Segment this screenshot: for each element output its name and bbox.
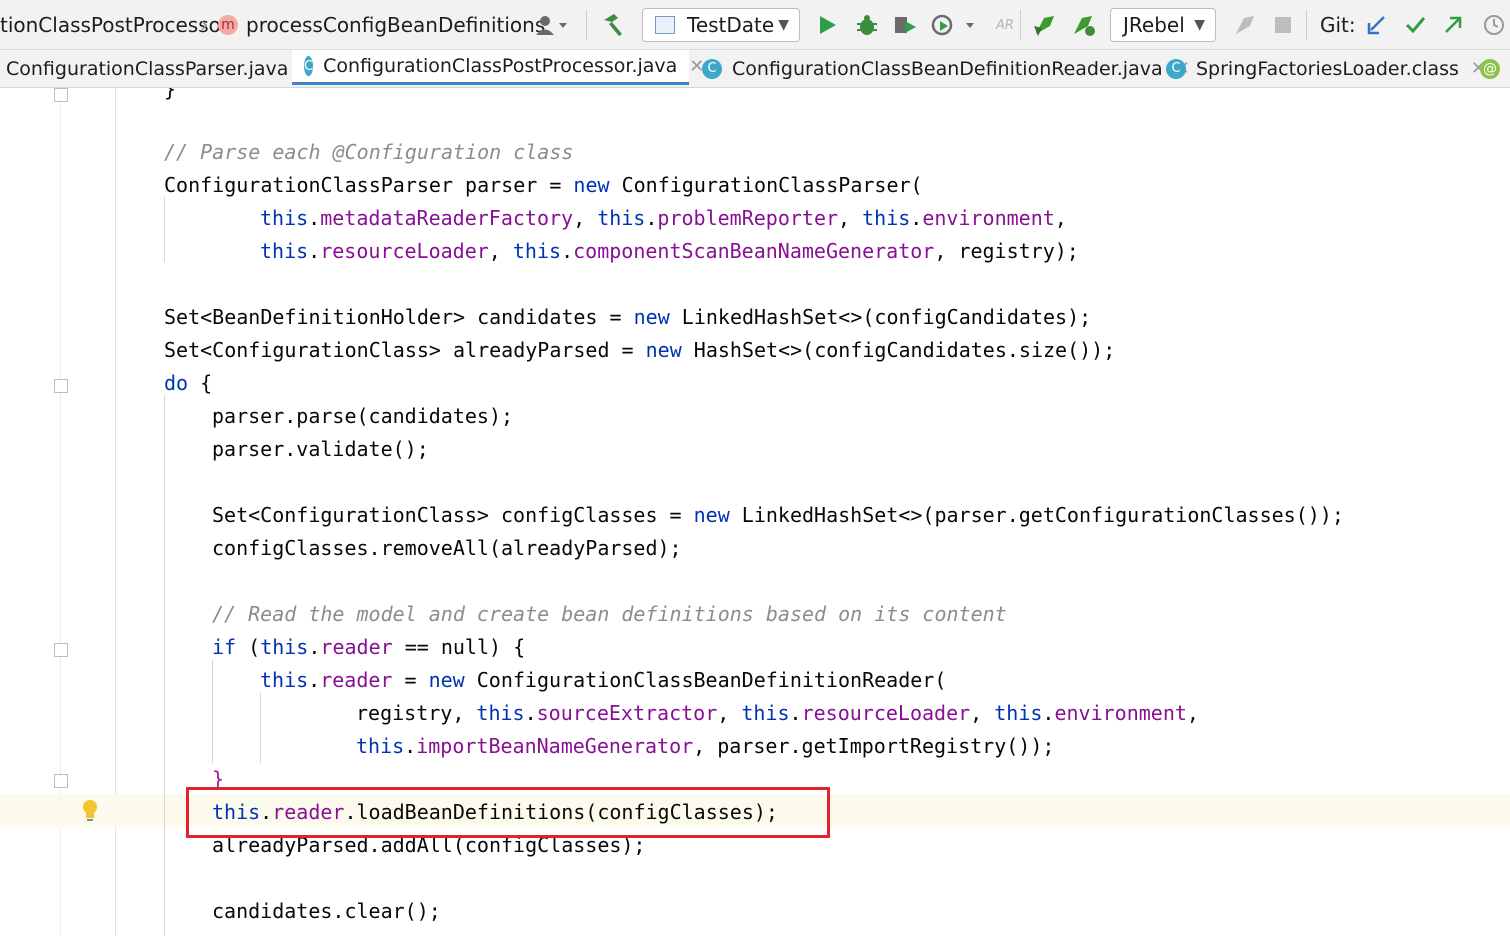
class-icon: C (304, 56, 314, 76)
tab-configuration-class-parser[interactable]: ConfigurationClassParser.java ✕ (6, 50, 316, 87)
code-line: Set<ConfigurationClass> alreadyParsed = … (164, 338, 1116, 362)
stop-icon[interactable] (1274, 0, 1292, 50)
coverage-icon[interactable] (892, 0, 918, 50)
code-line: candidates.clear(); (212, 899, 441, 923)
indent-guide (212, 660, 213, 763)
tab-configuration-class-bean-definition-reader[interactable]: C ConfigurationClassBeanDefinitionReader… (702, 50, 1190, 87)
editor-tabs: ConfigurationClassParser.java ✕ C Config… (0, 50, 1510, 88)
run-icon[interactable] (818, 0, 838, 50)
breadcrumb-method-label: processConfigBeanDefinitions (246, 13, 546, 37)
method-icon: m (218, 15, 238, 35)
tab-label: ConfigurationClassParser.java (6, 57, 289, 80)
code-line: registry, this.sourceExtractor, this.res… (356, 701, 1199, 725)
chevron-down-icon: ▼ (1194, 17, 1205, 33)
main-toolbar: tionClassPostProcessor › m processConfig… (0, 0, 1510, 50)
gutter-current-line (0, 794, 116, 827)
git-label: Git: (1320, 13, 1356, 37)
code-line: // Parse each @Configuration class (164, 140, 574, 164)
code-line: do { (164, 371, 213, 395)
profiler-icon[interactable] (930, 0, 976, 50)
fold-marker-icon[interactable] (54, 774, 68, 788)
code-line: configClasses.removeAll(alreadyParsed); (212, 536, 682, 560)
fold-marker-icon[interactable] (54, 379, 68, 393)
run-config-select[interactable]: TestDate ▼ (642, 8, 800, 42)
breadcrumb-class[interactable]: tionClassPostProcessor (0, 0, 229, 50)
tab-spring-factories-loader[interactable]: C SpringFactoriesLoader.class ✕ (1166, 50, 1486, 87)
breadcrumb-separator-icon: › (200, 12, 209, 38)
code-line: this.metadataReaderFactory, this.problem… (260, 206, 1067, 230)
code-line: ConfigurationClassParser parser = new Co… (164, 173, 923, 197)
lightbulb-icon[interactable] (82, 800, 98, 822)
code-line: this.resourceLoader, this.componentScanB… (260, 239, 1079, 263)
toolbar-separator (1020, 10, 1021, 40)
toolbar-separator (1306, 10, 1307, 40)
ar-icon: AR (996, 17, 1014, 33)
tab-label: ConfigurationClassBeanDefinitionReader.j… (732, 57, 1163, 80)
jrebel-label: JRebel (1123, 13, 1185, 37)
attach-icon[interactable] (1232, 0, 1258, 50)
code-line: this.importBeanNameGenerator, parser.get… (356, 734, 1055, 758)
tab-label: SpringFactoriesLoader.class (1196, 57, 1459, 80)
code-line: parser.parse(candidates); (212, 404, 514, 428)
run-config-icon (655, 16, 675, 34)
tab-label: ConfigurationClassPostProcessor.java (323, 55, 678, 77)
fold-marker-icon[interactable] (54, 643, 68, 657)
debug-icon[interactable] (855, 0, 879, 50)
code-line: if (this.reader == null) { (212, 635, 526, 659)
git-push-icon[interactable] (1442, 0, 1464, 50)
code-line: // Read the model and create bean defini… (212, 602, 1007, 626)
highlight-box (186, 787, 830, 838)
user-icon[interactable] (535, 0, 569, 50)
code-line: this.reader = new ConfigurationClassBean… (260, 668, 947, 692)
code-line: parser.validate(); (212, 437, 429, 461)
git-update-icon[interactable] (1366, 0, 1388, 50)
class-icon: C (1166, 58, 1186, 79)
annotation-tab-icon[interactable]: @ (1480, 50, 1500, 87)
class-icon: C (702, 58, 722, 79)
fold-marker-icon[interactable] (54, 88, 68, 102)
git-commit-icon[interactable] (1404, 0, 1426, 50)
jrebel-debug-icon[interactable] (1070, 0, 1098, 50)
code-line: Set<BeanDefinitionHolder> candidates = n… (164, 305, 1092, 329)
jrebel-run-icon[interactable] (1032, 0, 1058, 50)
build-hammer-icon[interactable] (600, 0, 626, 50)
toolbar-separator (586, 10, 587, 40)
code-line: } (164, 88, 177, 101)
code-line: Set<ConfigurationClass> configClasses = … (212, 503, 1344, 527)
jrebel-select[interactable]: JRebel ▼ (1110, 8, 1216, 42)
indent-guide (260, 693, 261, 763)
indent-guide (164, 395, 165, 936)
indent-guide (164, 196, 165, 262)
breadcrumb-method[interactable]: m processConfigBeanDefinitions (218, 0, 545, 50)
run-config-label: TestDate (687, 13, 775, 37)
history-icon[interactable] (1482, 0, 1506, 50)
tab-configuration-class-post-processor[interactable]: C ConfigurationClassPostProcessor.java ✕ (292, 50, 704, 85)
chevron-down-icon: ▼ (778, 17, 789, 33)
